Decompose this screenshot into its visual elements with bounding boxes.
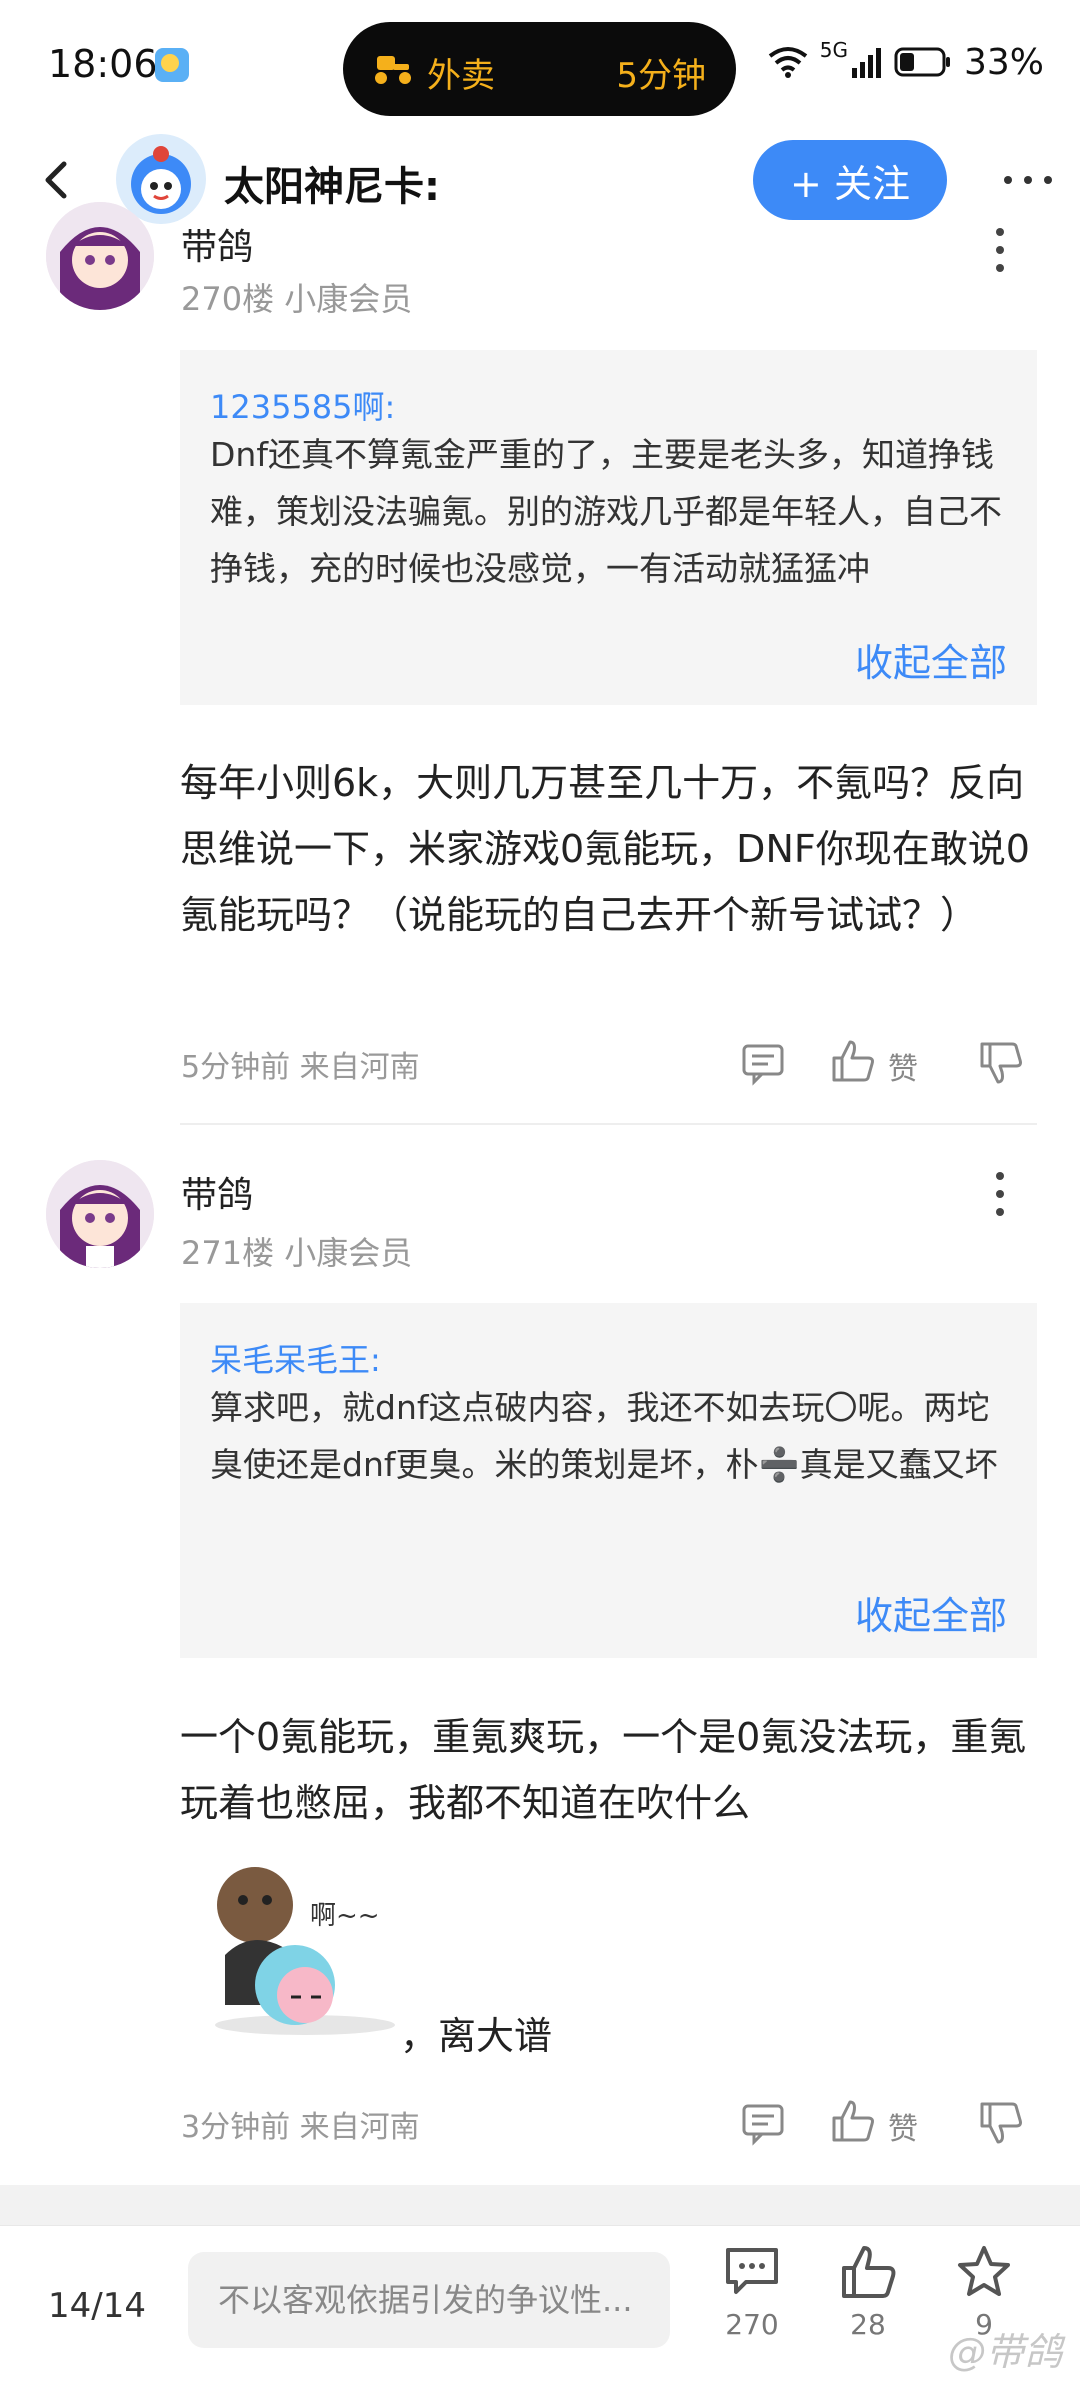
network-label: 5G [819, 38, 848, 62]
floor-info: 270楼 小康会员 [181, 280, 413, 318]
user-name[interactable]: 带鸽 [181, 1166, 253, 1218]
avatar[interactable] [46, 202, 154, 310]
bottom-bar: 14/14 不以客观依据引发的争议性... 270 28 9 @带鸽 [0, 2225, 1080, 2388]
thumbs-up-icon[interactable] [830, 1038, 876, 1084]
post-menu-icon[interactable] [985, 220, 1015, 280]
signal-icon [851, 48, 881, 78]
anime-avatar-icon [46, 202, 154, 310]
floor-info: 271楼 小康会员 [181, 1234, 413, 1272]
star-icon [958, 2246, 1010, 2296]
post-meta: 5分钟前 来自河南 [181, 1050, 420, 1085]
thumbs-down-icon[interactable] [978, 1040, 1024, 1086]
reply-input[interactable]: 不以客观依据引发的争议性... [188, 2252, 670, 2348]
thread-header: 太阳神尼卡: + 关注 [0, 130, 1080, 230]
end-separator [0, 2185, 1080, 2225]
quoted-user-name[interactable]: 1235585啊: [210, 382, 395, 428]
sticker-image[interactable] [195, 1845, 395, 2045]
watermark: @带鸽 [947, 2330, 1062, 2374]
anime-avatar-icon [46, 1160, 154, 1268]
status-indicators: 5G 33% [768, 38, 1044, 83]
post-menu-icon[interactable] [985, 1164, 1015, 1224]
comment-icon[interactable] [740, 2100, 786, 2146]
reply-text: 一个0氪能玩，重氪爽玩，一个是0氪没法玩，重氪玩着也憋屈，我都不知道在吹什么 [180, 1715, 1027, 1825]
post-meta: 3分钟前 来自河南 [181, 2110, 420, 2145]
thumbs-up-icon[interactable] [830, 2098, 876, 2144]
comment-bubble-icon [726, 2248, 778, 2294]
like-count: 28 [850, 2308, 886, 2341]
quoted-text: 算求吧，就dnf这点破内容，我还不如去玩〇呢。两坨臭使还是dnf更臭。米的策划是… [210, 1388, 998, 1484]
like-label[interactable]: 赞 [888, 2104, 918, 2148]
battery-icon [894, 47, 950, 77]
battery-percent: 33% [963, 41, 1044, 83]
thumbs-up-icon [842, 2246, 896, 2298]
like-label[interactable]: 赞 [888, 1044, 918, 1088]
comments-button[interactable]: 270 [712, 2244, 792, 2374]
like-thread-button[interactable]: 28 [828, 2244, 908, 2374]
scooter-icon [375, 56, 411, 84]
reply-tail-text: ，离大谱 [400, 2014, 553, 2058]
dynamic-island[interactable]: 外卖 5分钟 [343, 22, 736, 116]
avatar[interactable] [46, 1160, 154, 1268]
quoted-text: Dnf还真不算氪金严重的了，主要是老头多，知道挣钱难，策划没法骗氪。别的游戏几乎… [210, 435, 1002, 588]
sticker-caption: 啊~~ [310, 1901, 380, 1931]
reply-text: 每年小则6k，大则几万甚至几十万，不氪吗？反向思维说一下，米家游戏0氪能玩，DN… [180, 761, 1030, 937]
status-bar: 18:06 外卖 5分钟 5G 33% [0, 0, 1080, 130]
page-indicator[interactable]: 14/14 [48, 2286, 146, 2326]
quoted-user-name[interactable]: 呆毛呆毛王: [210, 1335, 381, 1381]
follow-button[interactable]: + 关注 [753, 140, 947, 220]
comment-icon[interactable] [740, 1040, 786, 1086]
island-app-label: 外卖 [427, 56, 495, 96]
island-eta-label: 5分钟 [616, 56, 706, 96]
thumbs-down-icon[interactable] [978, 2100, 1024, 2146]
status-time: 18:06 [48, 42, 158, 86]
collapse-all-button[interactable]: 收起全部 [855, 632, 1007, 687]
weather-icon [155, 48, 189, 82]
comment-count: 270 [725, 2308, 779, 2341]
divider [180, 1123, 1037, 1125]
page-title: 太阳神尼卡: [224, 164, 440, 210]
quoted-comment: 1235585啊: Dnf还真不算氪金严重的了，主要是老头多，知道挣钱难，策划没… [180, 350, 1037, 705]
back-arrow-icon[interactable] [30, 152, 86, 208]
more-options-icon[interactable] [1000, 160, 1056, 200]
wifi-icon [768, 47, 807, 78]
collapse-all-button[interactable]: 收起全部 [855, 1585, 1007, 1640]
user-name[interactable]: 带鸽 [181, 218, 253, 270]
quoted-comment: 呆毛呆毛王: 算求吧，就dnf这点破内容，我还不如去玩〇呢。两坨臭使还是dnf更… [180, 1303, 1037, 1658]
